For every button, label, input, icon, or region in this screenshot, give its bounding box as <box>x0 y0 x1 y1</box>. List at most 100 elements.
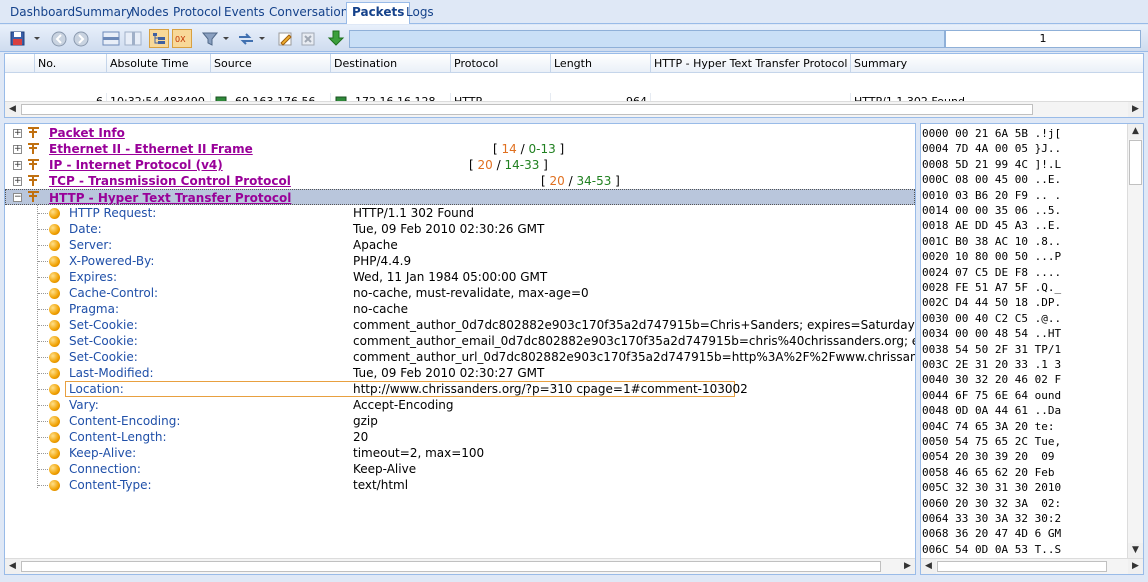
tab-dashboard[interactable]: Dashboard <box>8 3 77 23</box>
hex-row[interactable]: 001C B0 38 AC 10 .8.. <box>922 234 1061 249</box>
hex-row[interactable]: 005C 32 30 31 30 2010 <box>922 480 1061 495</box>
layout-horizontal-button[interactable] <box>101 29 121 48</box>
scrollbar-thumb[interactable] <box>21 104 1033 115</box>
hex-row[interactable]: 0018 AE DD 45 A3 ..E. <box>922 218 1061 233</box>
tab-nodes[interactable]: Nodes <box>129 3 171 23</box>
column-header-source[interactable]: Source <box>211 54 331 73</box>
hex-row[interactable]: 004C 74 65 3A 20 te: <box>922 419 1061 434</box>
hex-row[interactable]: 0058 46 65 62 20 Feb <box>922 465 1061 480</box>
hex-row[interactable]: 002C D4 44 50 18 .DP. <box>922 295 1061 310</box>
tree-header-packet-info[interactable]: + Packet Info <box>5 125 915 141</box>
expand-icon[interactable]: + <box>13 177 22 186</box>
tree-header-http[interactable]: − HTTP - Hyper Text Transfer Protocol <box>5 189 915 205</box>
layout-vertical-button[interactable] <box>123 29 143 48</box>
download-button[interactable] <box>327 29 345 48</box>
hex-row[interactable]: 0034 00 00 48 54 ..HT <box>922 326 1061 341</box>
hex-row[interactable]: 0068 36 20 47 4D 6 GM <box>922 526 1061 541</box>
hex-row[interactable]: 0060 20 30 32 3A 02: <box>922 496 1061 511</box>
edit-button[interactable] <box>276 29 294 48</box>
hex-row[interactable]: 0048 0D 0A 44 61 ..Da <box>922 403 1061 418</box>
tab-conversations[interactable]: Conversations <box>267 3 357 23</box>
column-header-no[interactable]: No. <box>35 54 107 73</box>
field-content-type[interactable]: Content-Type: text/html <box>5 477 915 493</box>
hex-row[interactable]: 0024 07 C5 DE F8 .... <box>922 265 1061 280</box>
hex-row[interactable]: 0004 7D 4A 00 05 }J.. <box>922 141 1061 156</box>
tree-header-ip[interactable]: + IP - Internet Protocol (v4) [ 20 / 14-… <box>5 157 915 173</box>
hex-row[interactable]: 0038 54 50 2F 31 TP/1 <box>922 342 1061 357</box>
scroll-right-arrow-icon[interactable]: ▶ <box>1128 102 1143 117</box>
hex-row[interactable]: 0008 5D 21 99 4C ]!.L <box>922 157 1061 172</box>
hex-row[interactable]: 006C 54 0D 0A 53 T..S <box>922 542 1061 557</box>
field-server[interactable]: Server: Apache <box>5 237 915 253</box>
column-header-blank[interactable] <box>5 54 35 73</box>
scroll-down-arrow-icon[interactable]: ▼ <box>1128 543 1143 558</box>
field-content-length[interactable]: Content-Length: 20 <box>5 429 915 445</box>
hex-horizontal-scrollbar[interactable]: ◀ ▶ <box>921 558 1143 574</box>
column-header-destination[interactable]: Destination <box>331 54 451 73</box>
hex-vertical-scrollbar[interactable]: ▲ ▼ <box>1127 124 1143 558</box>
decode-dropdown-button[interactable] <box>237 29 269 48</box>
tree-horizontal-scrollbar[interactable]: ◀ ▶ <box>5 558 915 574</box>
collapse-icon[interactable]: − <box>13 193 22 202</box>
scrollbar-thumb[interactable] <box>937 561 1107 572</box>
hex-row[interactable]: 0010 03 B6 20 F9 .. . <box>922 188 1061 203</box>
tree-header-ethernet[interactable]: + Ethernet II - Ethernet II Frame [ 14 /… <box>5 141 915 157</box>
tab-logs[interactable]: Logs <box>404 3 436 23</box>
hex-row[interactable]: 000C 08 00 45 00 ..E. <box>922 172 1061 187</box>
scroll-up-arrow-icon[interactable]: ▲ <box>1128 124 1143 139</box>
scroll-left-arrow-icon[interactable]: ◀ <box>921 559 936 574</box>
filter-dropdown-button[interactable] <box>201 29 233 48</box>
expand-icon[interactable]: + <box>13 145 22 154</box>
delete-button[interactable] <box>299 29 317 48</box>
tab-events[interactable]: Events <box>222 3 267 23</box>
hex-row[interactable]: 0040 30 32 20 46 02 F <box>922 372 1061 387</box>
scroll-left-arrow-icon[interactable]: ◀ <box>5 559 20 574</box>
field-x-powered-by[interactable]: X-Powered-By: PHP/4.4.9 <box>5 253 915 269</box>
hex-row[interactable]: 0014 00 00 35 06 ..5. <box>922 203 1061 218</box>
scrollbar-thumb[interactable] <box>21 561 881 572</box>
column-header-time[interactable]: Absolute Time <box>107 54 211 73</box>
forward-button[interactable] <box>72 29 90 48</box>
column-header-length[interactable]: Length <box>551 54 651 73</box>
table-row[interactable]: 6 10:32:54.483490 69.163.176.56 172.16.1… <box>5 73 1143 111</box>
field-pragma[interactable]: Pragma: no-cache <box>5 301 915 317</box>
hex-row[interactable]: 0050 54 75 65 2C Tue, <box>922 434 1061 449</box>
tree-view-toggle[interactable] <box>149 29 169 48</box>
field-vary[interactable]: Vary: Accept-Encoding <box>5 397 915 413</box>
field-location[interactable]: Location: http://www.chrissanders.org/?p=… <box>5 381 915 397</box>
save-dropdown-button[interactable] <box>8 29 42 48</box>
column-header-protocol[interactable]: Protocol <box>451 54 551 73</box>
packet-list-horizontal-scrollbar[interactable]: ◀ ▶ <box>5 101 1143 117</box>
field-connection[interactable]: Connection: Keep-Alive <box>5 461 915 477</box>
expand-icon[interactable]: + <box>13 161 22 170</box>
field-last-modified[interactable]: Last-Modified: Tue, 09 Feb 2010 02:30:27 … <box>5 365 915 381</box>
hex-row[interactable]: 0000 00 21 6A 5B .!j[ <box>922 126 1061 141</box>
field-keep-alive[interactable]: Keep-Alive: timeout=2, max=100 <box>5 445 915 461</box>
tab-summary[interactable]: Summary <box>73 3 135 23</box>
scroll-right-arrow-icon[interactable]: ▶ <box>1128 559 1143 574</box>
hex-row[interactable]: 003C 2E 31 20 33 .1 3 <box>922 357 1061 372</box>
field-set-cookie-author[interactable]: Set-Cookie: comment_author_0d7dc802882e90… <box>5 317 915 333</box>
scroll-left-arrow-icon[interactable]: ◀ <box>5 102 20 117</box>
field-cache-control[interactable]: Cache-Control: no-cache, must-revalidate,… <box>5 285 915 301</box>
scroll-right-arrow-icon[interactable]: ▶ <box>900 559 915 574</box>
expand-icon[interactable]: + <box>13 129 22 138</box>
tab-packets[interactable]: Packets <box>346 2 411 24</box>
hex-row[interactable]: 0028 FE 51 A7 5F .Q._ <box>922 280 1061 295</box>
hex-row[interactable]: 0054 20 30 39 20 09 <box>922 449 1061 464</box>
field-content-encoding[interactable]: Content-Encoding: gzip <box>5 413 915 429</box>
hex-view-toggle[interactable]: 0X <box>172 29 192 48</box>
back-button[interactable] <box>50 29 68 48</box>
hex-row[interactable]: 0030 00 40 C2 C5 .@.. <box>922 311 1061 326</box>
column-header-http[interactable]: HTTP - Hyper Text Transfer Protocol <box>651 54 851 73</box>
hex-row[interactable]: 0064 33 30 3A 32 30:2 <box>922 511 1061 526</box>
scrollbar-thumb[interactable] <box>1129 140 1142 185</box>
tree-header-tcp[interactable]: + TCP - Transmission Control Protocol [ … <box>5 173 915 189</box>
tab-protocol[interactable]: Protocol <box>171 3 223 23</box>
field-date[interactable]: Date: Tue, 09 Feb 2010 02:30:26 GMT <box>5 221 915 237</box>
field-expires[interactable]: Expires: Wed, 11 Jan 1984 05:00:00 GMT <box>5 269 915 285</box>
field-http-request[interactable]: HTTP Request: HTTP/1.1 302 Found <box>5 205 915 221</box>
hex-row[interactable]: 0020 10 80 00 50 ...P <box>922 249 1061 264</box>
packet-count-field[interactable]: 1 <box>945 30 1141 48</box>
packet-filter-field[interactable] <box>349 30 945 48</box>
